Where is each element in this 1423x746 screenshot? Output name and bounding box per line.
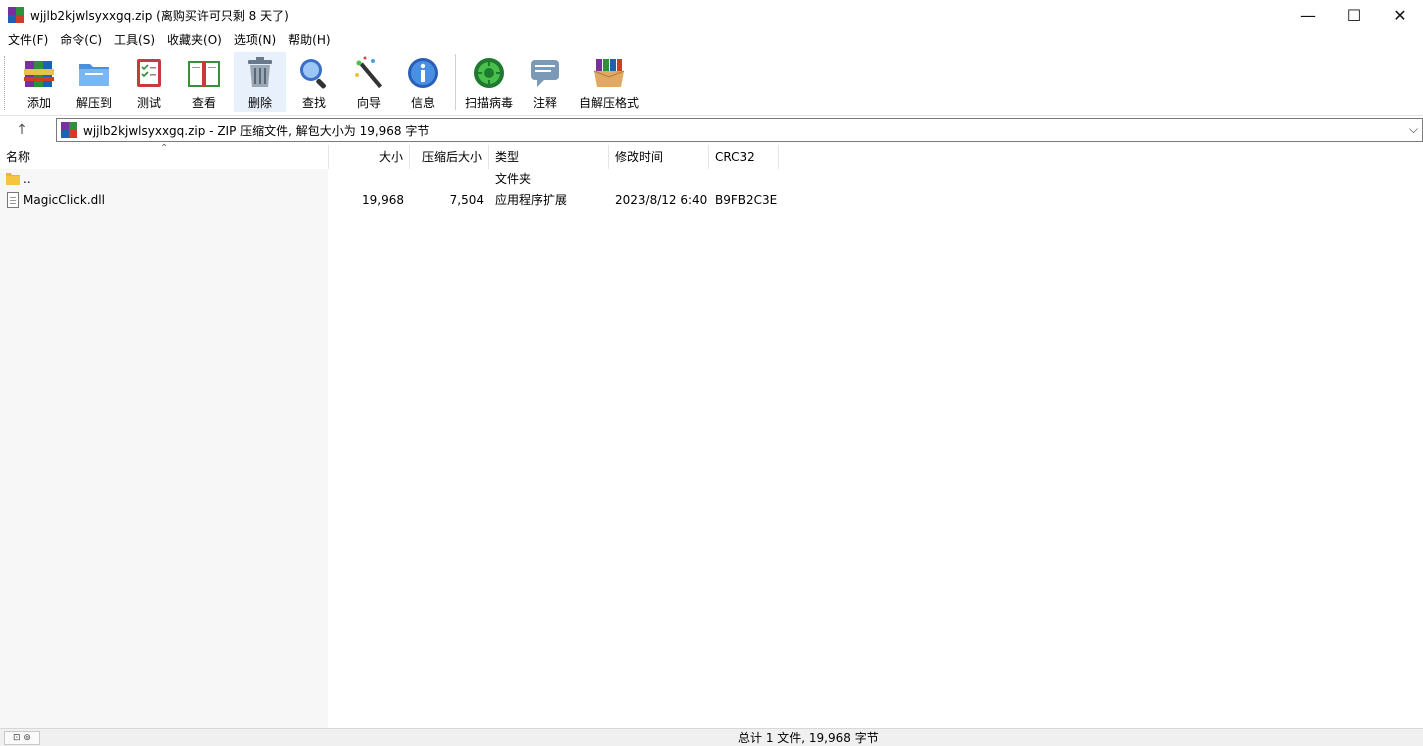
sfx-label: 自解压格式 — [578, 96, 639, 110]
folder-extract-icon — [79, 64, 109, 86]
open-book-icon — [188, 61, 220, 87]
row-name: MagicClick.dll — [23, 193, 105, 207]
up-arrow-icon[interactable]: ↑ — [12, 120, 32, 140]
row-type: 应用程序扩展 — [495, 193, 568, 207]
trash-bin-icon — [248, 57, 272, 87]
view-label: 查看 — [191, 96, 216, 110]
toolbar-grip — [4, 56, 7, 110]
toolbar-separator — [455, 54, 456, 110]
virus-scan-icon — [474, 58, 504, 88]
find-button[interactable]: 查找 — [292, 52, 336, 112]
column-header-crc[interactable]: CRC32 — [709, 145, 779, 169]
scan-virus-button[interactable]: 扫描病毒 — [462, 52, 516, 112]
row-size: 19,968 — [362, 193, 404, 207]
column-header-name[interactable]: 名称 ⌃ — [0, 143, 329, 169]
chevron-down-icon[interactable]: ⌵ — [1409, 122, 1418, 137]
sorted-column-highlight — [0, 169, 328, 728]
menu-file[interactable]: 文件(F) — [2, 30, 54, 50]
menu-options[interactable]: 选项(N) — [228, 30, 282, 50]
menu-tools[interactable]: 工具(S) — [108, 30, 161, 50]
folder-icon — [6, 173, 20, 185]
column-name-label: 名称 — [6, 150, 31, 164]
row-modified: 2023/8/12 6:40 — [615, 193, 708, 207]
info-icon — [408, 58, 438, 88]
menu-favorites[interactable]: 收藏夹(O) — [161, 30, 228, 50]
test-button[interactable]: 测试 — [128, 52, 170, 112]
column-header-size[interactable]: 大小 — [329, 145, 410, 169]
test-label: 测试 — [136, 96, 161, 110]
sfx-button[interactable]: 自解压格式 — [576, 52, 642, 112]
column-header-modified[interactable]: 修改时间 — [609, 145, 709, 169]
extract-to-label: 解压到 — [75, 96, 112, 110]
window-title: wjjlb2kjwlsyxxgq.zip (离购买许可只剩 8 天了) — [30, 8, 289, 23]
delete-label: 删除 — [247, 96, 272, 110]
column-header-type[interactable]: 类型 — [489, 145, 609, 169]
magic-wand-icon — [355, 56, 383, 89]
window-controls: — ☐ ✕ — [1285, 0, 1423, 30]
delete-button[interactable]: 删除 — [234, 52, 286, 112]
status-summary: 总计 1 文件, 19,968 字节 — [738, 731, 879, 745]
info-label: 信息 — [410, 96, 435, 110]
archive-books-icon — [24, 61, 54, 87]
file-list[interactable]: 名称 ⌃ 大小 压缩后大小 类型 修改时间 CRC32 .. 文件夹 Magic… — [0, 143, 1423, 728]
menu-commands[interactable]: 命令(C) — [54, 30, 108, 50]
table-row[interactable]: .. 文件夹 — [0, 169, 1423, 190]
address-bar: ↑ wjjlb2kjwlsyxxgq.zip - ZIP 压缩文件, 解包大小为… — [0, 117, 1423, 143]
path-combobox[interactable]: wjjlb2kjwlsyxxgq.zip - ZIP 压缩文件, 解包大小为 1… — [56, 118, 1423, 142]
comment-button[interactable]: 注释 — [524, 52, 566, 112]
wizard-label: 向导 — [356, 96, 381, 110]
row-type: 文件夹 — [495, 172, 532, 186]
add-button[interactable]: 添加 — [18, 52, 60, 112]
row-size — [329, 169, 404, 190]
dll-file-icon — [7, 192, 19, 208]
list-header: 名称 ⌃ 大小 压缩后大小 类型 修改时间 CRC32 — [0, 143, 1423, 169]
archive-icon — [61, 122, 77, 138]
row-packed: 7,504 — [449, 193, 484, 207]
magnifier-icon — [300, 59, 326, 89]
row-crc: B9FB2C3E — [715, 193, 778, 207]
minimize-button[interactable]: — — [1285, 0, 1331, 30]
wizard-button[interactable]: 向导 — [348, 52, 390, 112]
comment-label: 注释 — [532, 96, 557, 110]
menu-bar: 文件(F) 命令(C) 工具(S) 收藏夹(O) 选项(N) 帮助(H) — [0, 30, 1423, 50]
title-bar: wjjlb2kjwlsyxxgq.zip (离购买许可只剩 8 天了) — ☐ … — [0, 0, 1423, 30]
scan-virus-label: 扫描病毒 — [464, 96, 513, 110]
extract-to-button[interactable]: 解压到 — [72, 52, 116, 112]
drive-status-icon[interactable]: ⊡ ⊚ — [4, 731, 40, 745]
add-label: 添加 — [26, 96, 51, 110]
view-button[interactable]: 查看 — [180, 52, 228, 112]
winrar-app-icon — [8, 7, 24, 23]
menu-help[interactable]: 帮助(H) — [282, 30, 336, 50]
table-row[interactable]: MagicClick.dll 19,968 7,504 应用程序扩展 2023/… — [0, 190, 1423, 211]
sort-ascending-icon: ⌃ — [160, 143, 169, 154]
find-label: 查找 — [301, 96, 326, 110]
row-name: .. — [23, 172, 31, 186]
sfx-box-icon — [593, 59, 625, 87]
archive-path-text: wjjlb2kjwlsyxxgq.zip - ZIP 压缩文件, 解包大小为 1… — [83, 123, 430, 138]
column-header-packed[interactable]: 压缩后大小 — [410, 145, 489, 169]
info-button[interactable]: 信息 — [402, 52, 444, 112]
checklist-icon — [137, 59, 161, 87]
maximize-button[interactable]: ☐ — [1331, 0, 1377, 30]
row-packed — [410, 169, 484, 190]
close-button[interactable]: ✕ — [1377, 0, 1423, 30]
comment-icon — [531, 60, 559, 87]
status-bar: ⊡ ⊚ 总计 1 文件, 19,968 字节 — [0, 728, 1423, 746]
toolbar: 添加 解压到 测试 查看 删除 查找 向导 信息 扫描病毒 注释 自解压格式 — [0, 50, 1423, 116]
